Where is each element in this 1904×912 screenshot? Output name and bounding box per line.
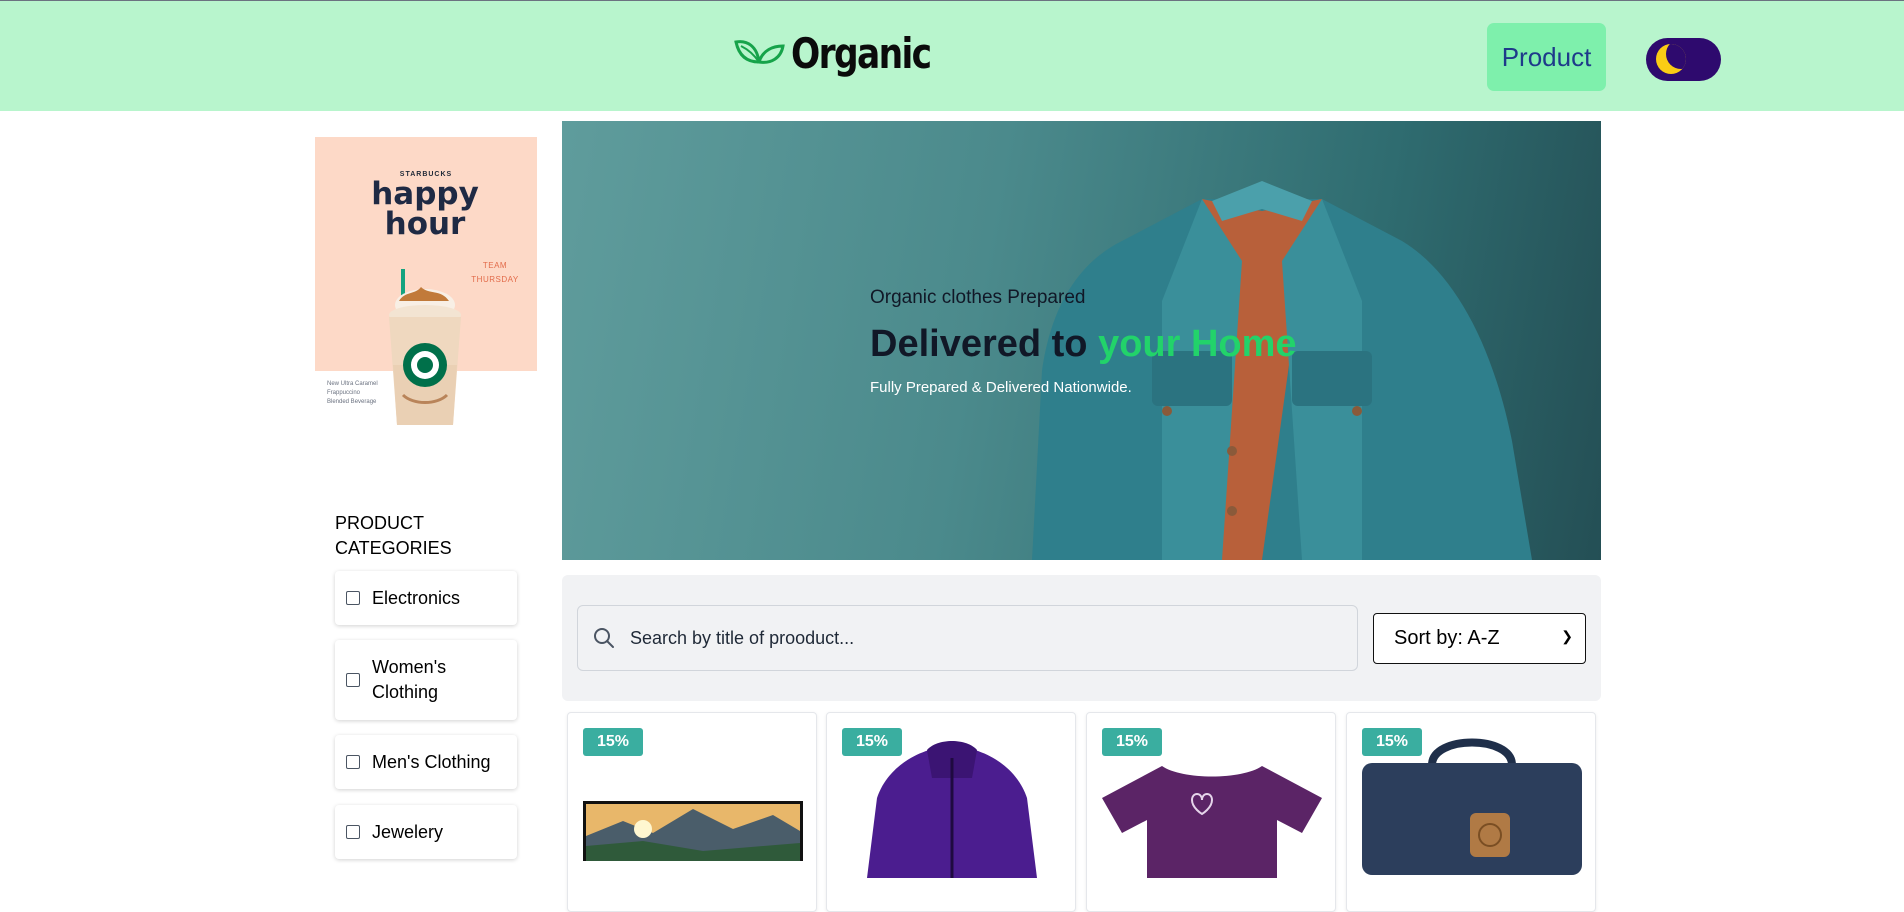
hero-headline-highlight: your Home xyxy=(1098,323,1297,365)
category-mens-clothing[interactable]: Men's Clothing xyxy=(335,735,517,789)
hero-eyebrow: Organic clothes Prepared xyxy=(870,287,1086,308)
categories-title: PRODUCT CATEGORIES xyxy=(335,511,495,561)
tv-image xyxy=(583,801,803,861)
search-toolbar: Sort by: A-Z ❯ xyxy=(562,575,1601,701)
ad-headline-line2: hour xyxy=(384,206,466,242)
hero-headline: Delivered to your Home xyxy=(870,323,1297,366)
category-womens-clothing[interactable]: Women's Clothing xyxy=(335,640,517,720)
logo[interactable]: Organic xyxy=(733,29,961,78)
top-navbar: Organic Product xyxy=(0,0,1904,111)
product-card[interactable]: 15% xyxy=(1346,712,1596,912)
category-jewelery[interactable]: Jewelery xyxy=(335,805,517,859)
search-field[interactable] xyxy=(577,605,1358,671)
categories-title-line1: PRODUCT xyxy=(335,513,424,533)
ad-team-line1: TEAM xyxy=(482,261,508,270)
ad-beverage-line3: Blended Beverage xyxy=(327,399,377,405)
hero-subtext: Fully Prepared & Delivered Nationwide. xyxy=(870,379,1132,396)
logo-text: Organic xyxy=(791,29,932,78)
ad-headline: happy hour xyxy=(355,176,495,242)
discount-badge: 15% xyxy=(583,728,643,756)
ad-team-line2: THURSDAY xyxy=(471,275,519,284)
category-label: Men's Clothing xyxy=(372,751,491,772)
product-card[interactable]: 15% xyxy=(1086,712,1336,912)
category-checkbox[interactable] xyxy=(346,673,360,687)
purple-jacket-image xyxy=(867,741,1037,878)
starbucks-ad[interactable]: STARBUCKS happy hour TEAM THURSDAY New U… xyxy=(315,137,537,444)
category-label: Women's Clothing xyxy=(372,657,447,702)
category-checkbox[interactable] xyxy=(346,825,360,839)
product-card[interactable]: 15% xyxy=(567,712,817,912)
category-label: Jewelery xyxy=(372,821,444,842)
purple-tshirt-image xyxy=(1102,766,1322,878)
chevron-down-icon: ❯ xyxy=(1561,628,1573,644)
leaf-icon xyxy=(734,39,785,64)
product-button[interactable]: Product xyxy=(1487,23,1606,91)
ad-beverage-line2: Frappuccino xyxy=(327,390,361,396)
category-checkbox[interactable] xyxy=(346,755,360,769)
search-icon xyxy=(594,628,614,648)
navy-backpack-image xyxy=(1362,738,1582,875)
category-electronics[interactable]: Electronics xyxy=(335,571,517,625)
sort-select[interactable]: Sort by: A-Z ❯ xyxy=(1373,613,1586,664)
ad-team-thursday: TEAM THURSDAY xyxy=(465,259,525,287)
hero-headline-text: Delivered to xyxy=(870,323,1099,365)
ad-beverage-caption: New Ultra Caramel Frappuccino Blended Be… xyxy=(327,380,387,407)
ad-beverage-line1: New Ultra Caramel xyxy=(327,381,378,387)
frappuccino-cup-image xyxy=(389,269,461,425)
theme-toggle[interactable] xyxy=(1646,38,1721,81)
ad-headline-line1: happy xyxy=(371,176,479,212)
category-checkbox[interactable] xyxy=(346,591,360,605)
category-label: Electronics xyxy=(372,587,461,608)
hero-banner: Organic clothes Prepared Delivered to yo… xyxy=(562,121,1601,560)
product-card[interactable]: 15% xyxy=(826,712,1076,912)
discount-badge: 15% xyxy=(1102,728,1162,756)
search-input[interactable] xyxy=(630,627,1330,649)
moon-icon xyxy=(1656,44,1686,74)
categories-title-line2: CATEGORIES xyxy=(335,538,452,558)
sort-selected-value: Sort by: A-Z xyxy=(1394,627,1500,649)
